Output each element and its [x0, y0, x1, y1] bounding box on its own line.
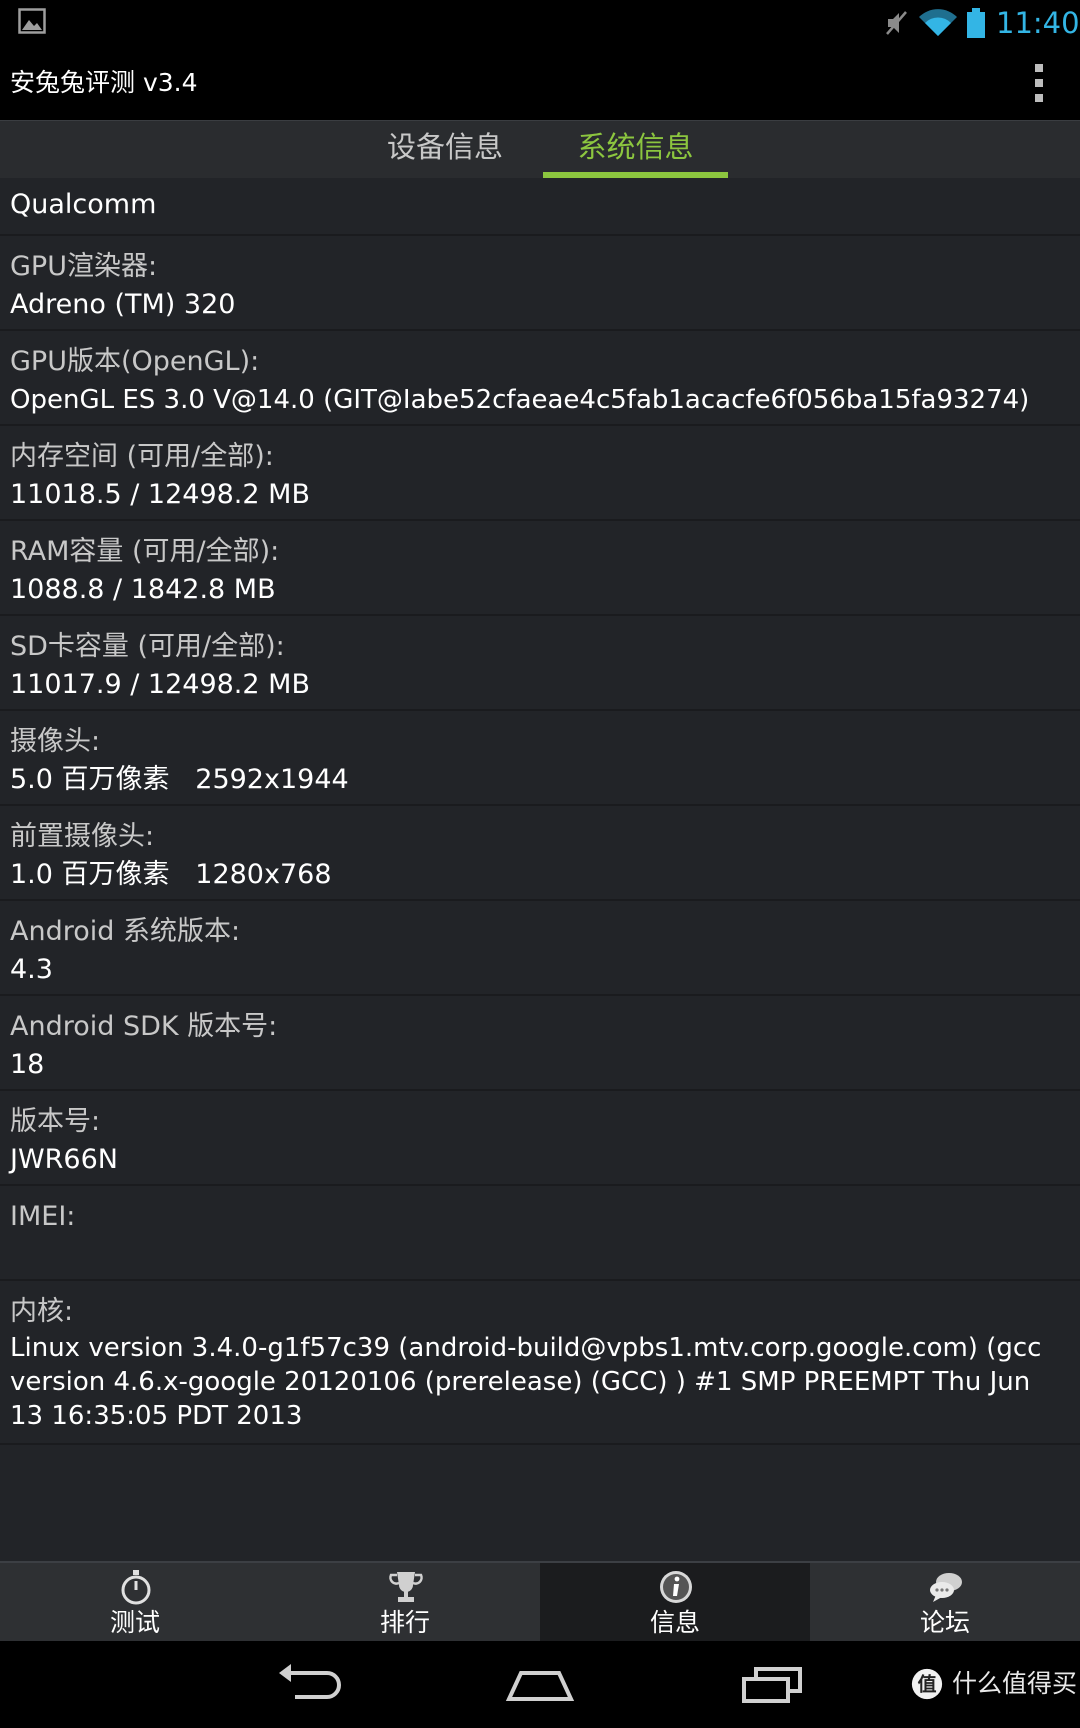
tab-device-info[interactable]: 设备信息	[365, 121, 525, 179]
list-item-sdk: Android SDK 版本号: 18	[0, 996, 1080, 1091]
tab-bar: 设备信息 系统信息	[0, 120, 1080, 179]
ram-label: RAM容量 (可用/全部):	[10, 536, 280, 567]
nav-label-rank: 排行	[379, 1608, 430, 1637]
home-icon[interactable]	[505, 1659, 575, 1709]
overflow-menu-button[interactable]	[1024, 60, 1054, 106]
menu-dot	[1035, 79, 1043, 87]
svg-text:值: 值	[918, 1673, 937, 1696]
cpu-vendor-value: Qualcomm	[10, 189, 157, 220]
list-item-sd-card: SD卡容量 (可用/全部): 11017.9 / 12498.2 MB	[0, 616, 1080, 711]
stopwatch-icon	[121, 1570, 151, 1605]
storage-label: 内存空间 (可用/全部):	[10, 441, 274, 472]
list-item-kernel: 内核: Linux version 3.4.0-g1f57c39 (androi…	[0, 1281, 1080, 1445]
android-version-label: Android 系统版本:	[10, 916, 241, 947]
status-bar: 11:40	[0, 0, 1080, 46]
gpu-version-value: OpenGL ES 3.0 V@14.0 (GIT@Iabe52cfaeae4c…	[10, 385, 1030, 415]
sd-card-label: SD卡容量 (可用/全部):	[10, 631, 285, 662]
nav-label-info: 信息	[649, 1608, 700, 1637]
nav-tab-forum[interactable]: 论坛	[810, 1563, 1080, 1643]
nav-label-test: 测试	[109, 1608, 160, 1637]
nav-tab-test[interactable]: 测试	[0, 1563, 270, 1643]
android-version-value: 4.3	[10, 954, 53, 985]
gpu-renderer-value: Adreno (TM) 320	[10, 289, 236, 320]
list-item-android-version: Android 系统版本: 4.3	[0, 901, 1080, 996]
tab-system-info[interactable]: 系统信息	[543, 121, 728, 179]
trophy-icon	[389, 1572, 423, 1602]
nav-label-forum: 论坛	[919, 1608, 970, 1637]
list-item-front-camera: 前置摄像头: 1.0 百万像素 1280x768	[0, 806, 1080, 901]
back-icon[interactable]	[275, 1659, 341, 1709]
menu-dot	[1035, 94, 1043, 102]
list-item-gpu-renderer: GPU渲染器: Adreno (TM) 320	[0, 236, 1080, 331]
action-bar: 安兔兔评测 v3.4	[0, 46, 1080, 120]
list-item-imei: IMEI:	[0, 1186, 1080, 1281]
list-item-camera: 摄像头: 5.0 百万像素 2592x1944	[0, 711, 1080, 806]
front-camera-label: 前置摄像头:	[10, 821, 155, 852]
app-title: 安兔兔评测 v3.4	[10, 68, 198, 97]
battery-icon	[967, 8, 985, 38]
wifi-icon	[919, 9, 957, 36]
mute-icon	[886, 11, 907, 35]
ram-value: 1088.8 / 1842.8 MB	[10, 574, 276, 605]
watermark-logo-icon: 值	[911, 1668, 943, 1700]
gallery-icon	[18, 8, 46, 34]
system-info-list[interactable]: Qualcomm GPU渲染器: Adreno (TM) 320 GPU版本(O…	[0, 178, 1080, 1561]
imei-label: IMEI:	[10, 1201, 76, 1232]
status-clock: 11:40	[996, 6, 1080, 40]
gpu-version-label: GPU版本(OpenGL):	[10, 346, 260, 377]
watermark: 值 什么值得买	[908, 1665, 1078, 1705]
list-item-build: 版本号: JWR66N	[0, 1091, 1080, 1186]
gpu-renderer-label: GPU渲染器:	[10, 251, 158, 282]
kernel-value: Linux version 3.4.0-g1f57c39 (android-bu…	[10, 1333, 1042, 1431]
recents-icon[interactable]	[740, 1659, 806, 1709]
watermark-text: 什么值得买	[952, 1669, 1078, 1698]
sd-card-value: 11017.9 / 12498.2 MB	[10, 669, 310, 700]
bottom-navigation: 测试 排行 信息 论坛	[0, 1561, 1080, 1643]
camera-value: 5.0 百万像素 2592x1944	[10, 764, 349, 795]
build-label: 版本号:	[10, 1106, 101, 1137]
list-item-storage: 内存空间 (可用/全部): 11018.5 / 12498.2 MB	[0, 426, 1080, 521]
camera-label: 摄像头:	[10, 726, 101, 757]
front-camera-value: 1.0 百万像素 1280x768	[10, 859, 332, 890]
imei-value	[10, 1236, 1070, 1246]
chat-bubbles-icon	[930, 1573, 962, 1602]
info-icon	[660, 1571, 692, 1603]
system-navigation-bar: 值 什么值得买	[0, 1641, 1080, 1728]
kernel-label: 内核:	[10, 1296, 74, 1327]
storage-value: 11018.5 / 12498.2 MB	[10, 479, 310, 510]
list-item-cpu-vendor: Qualcomm	[0, 178, 1080, 236]
sdk-label: Android SDK 版本号:	[10, 1011, 278, 1042]
menu-dot	[1035, 64, 1043, 72]
nav-tab-info[interactable]: 信息	[540, 1563, 810, 1643]
list-item-gpu-version: GPU版本(OpenGL): OpenGL ES 3.0 V@14.0 (GIT…	[0, 331, 1080, 426]
list-item-ram: RAM容量 (可用/全部): 1088.8 / 1842.8 MB	[0, 521, 1080, 616]
sdk-value: 18	[10, 1049, 45, 1080]
nav-tab-rank[interactable]: 排行	[270, 1563, 540, 1643]
build-value: JWR66N	[10, 1144, 118, 1175]
